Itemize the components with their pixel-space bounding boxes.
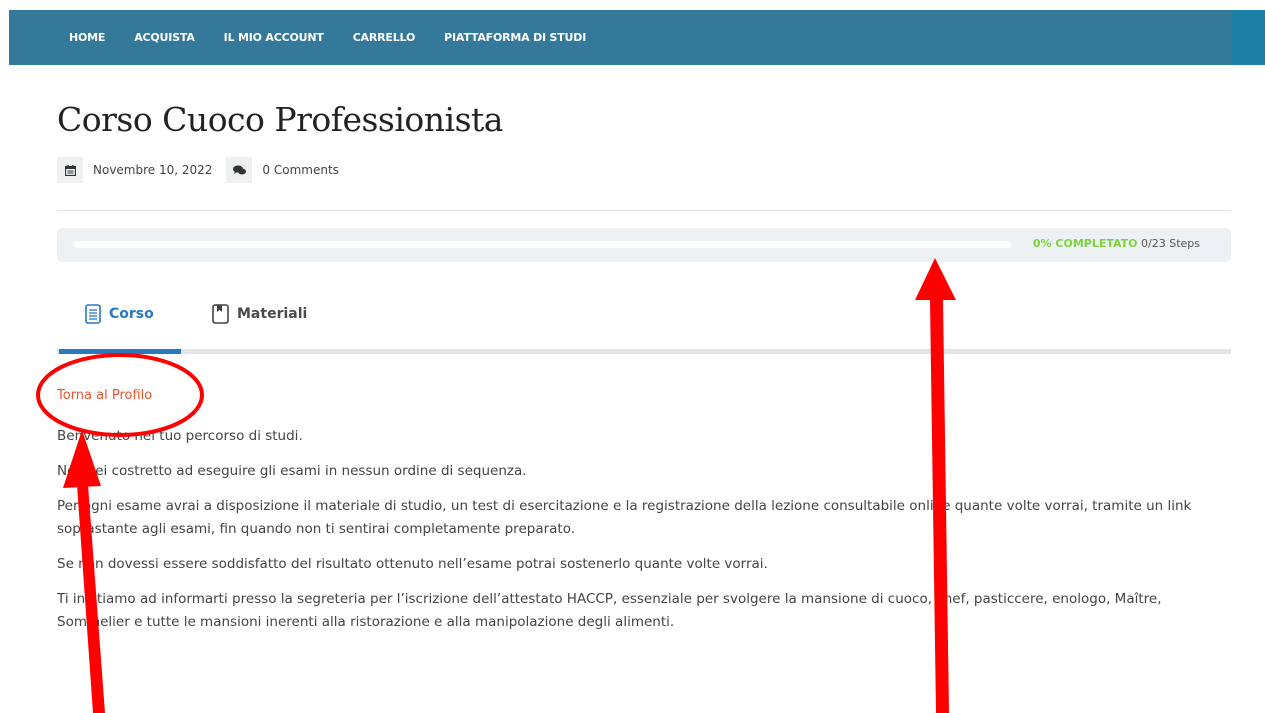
tab-materiali-label: Materiali — [237, 306, 308, 322]
tabs-underline — [57, 349, 1231, 354]
main-menu: HOME ACQUISTA IL MIO ACCOUNT CARRELLO PI… — [69, 10, 615, 65]
comments-icon — [226, 157, 253, 183]
paragraph-materials: Per ogni esame avrai a disposizione il m… — [57, 498, 1192, 537]
calendar-icon — [57, 157, 83, 183]
course-progress: 0% COMPLETATO 0/23 Steps — [57, 228, 1231, 262]
paragraph-order: Non sei costretto ad eseguire gli esami … — [57, 463, 527, 479]
paragraph-welcome: Benvenuto nel tuo percorso di studi. — [57, 428, 303, 444]
post-date: Novembre 10, 2022 — [93, 163, 213, 177]
topbar-right-edge — [1231, 10, 1265, 65]
tab-corso-label: Corso — [109, 306, 154, 322]
active-tab-indicator — [59, 349, 181, 354]
paragraph-retake: Se non dovessi essere soddisfatto del ri… — [57, 556, 768, 572]
nav-cart[interactable]: CARRELLO — [353, 31, 416, 44]
tab-corso[interactable]: Corso — [85, 304, 154, 324]
course-description: Benvenuto nel tuo percorso di studi. Non… — [57, 425, 1217, 646]
progress-steps: 0/23 Steps — [1141, 237, 1200, 250]
progress-status: 0% COMPLETATO 0/23 Steps — [1033, 237, 1200, 250]
top-navigation-bar: HOME ACQUISTA IL MIO ACCOUNT CARRELLO PI… — [9, 10, 1265, 65]
tab-materiali[interactable]: Materiali — [212, 304, 307, 324]
back-to-profile-link[interactable]: Torna al Profilo — [57, 388, 152, 403]
progress-track — [73, 241, 1011, 248]
document-icon — [85, 304, 101, 324]
post-meta: Novembre 10, 2022 0 Comments — [57, 157, 353, 183]
page-title: Corso Cuoco Professionista — [57, 100, 503, 139]
nav-home[interactable]: HOME — [69, 31, 105, 44]
nav-study-platform[interactable]: PIATTAFORMA DI STUDI — [444, 31, 586, 44]
course-tabs: Corso Materiali — [57, 296, 1231, 354]
divider — [57, 210, 1231, 211]
paragraph-haccp: Ti invitiamo ad informarti presso la seg… — [57, 591, 1162, 630]
nav-my-account[interactable]: IL MIO ACCOUNT — [224, 31, 324, 44]
bookmark-icon — [212, 304, 229, 324]
progress-percent: 0% COMPLETATO — [1032, 237, 1138, 250]
nav-acquista[interactable]: ACQUISTA — [134, 31, 195, 44]
post-comments-count[interactable]: 0 Comments — [262, 163, 339, 177]
